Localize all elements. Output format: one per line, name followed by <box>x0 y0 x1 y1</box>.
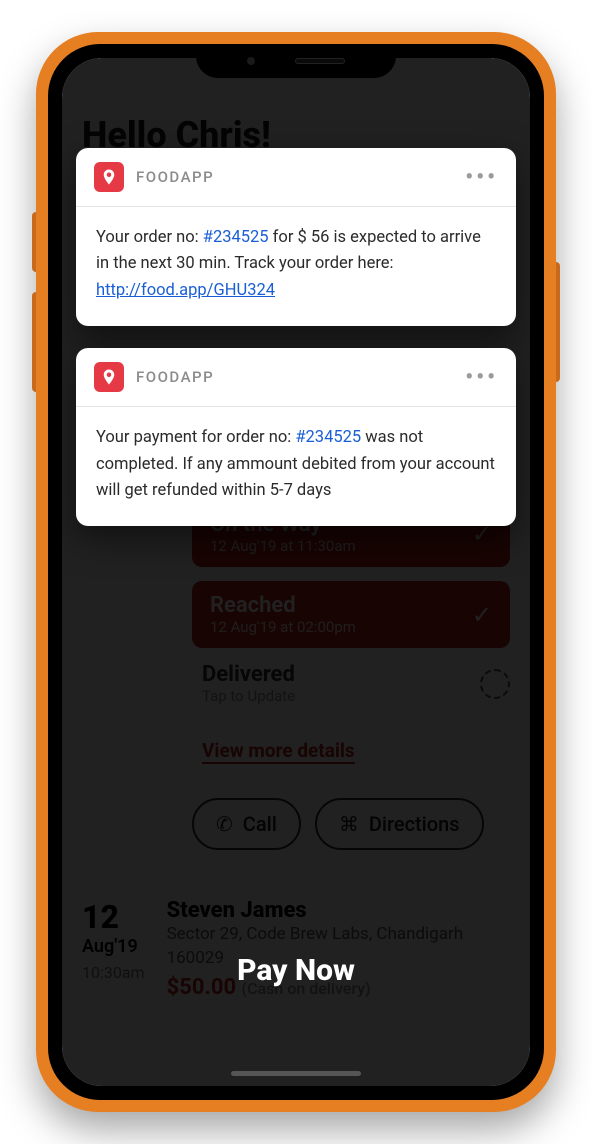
side-button <box>556 262 560 382</box>
notification-body: Your order no: #234525 for $ 56 is expec… <box>76 207 516 326</box>
foodapp-icon <box>94 362 124 392</box>
notification-card[interactable]: FOODAPP ••• Your payment for order no: #… <box>76 348 516 526</box>
notif-text: Your payment for order no: <box>96 428 295 447</box>
notification-stack: FOODAPP ••• Your order no: #234525 for $… <box>76 148 516 526</box>
pay-now-button[interactable]: Pay Now <box>237 953 355 988</box>
foodapp-icon <box>94 162 124 192</box>
order-number-link[interactable]: #234525 <box>203 228 269 247</box>
home-indicator[interactable] <box>231 1071 361 1076</box>
notification-card[interactable]: FOODAPP ••• Your order no: #234525 for $… <box>76 148 516 326</box>
screen: Hello Chris! On the Way 12 Aug'19 at 11:… <box>62 58 530 1086</box>
notif-text: Your order no: <box>96 228 203 247</box>
more-icon[interactable]: ••• <box>465 365 498 390</box>
notification-app-name: FOODAPP <box>136 168 465 186</box>
notch <box>196 44 396 78</box>
tracking-link[interactable]: http://food.app/GHU324 <box>96 281 275 300</box>
phone-case: Hello Chris! On the Way 12 Aug'19 at 11:… <box>36 32 556 1112</box>
notification-body: Your payment for order no: #234525 was n… <box>76 407 516 526</box>
order-number-link[interactable]: #234525 <box>295 428 361 447</box>
phone-bezel: Hello Chris! On the Way 12 Aug'19 at 11:… <box>48 44 544 1100</box>
notification-app-name: FOODAPP <box>136 368 465 386</box>
more-icon[interactable]: ••• <box>465 165 498 190</box>
